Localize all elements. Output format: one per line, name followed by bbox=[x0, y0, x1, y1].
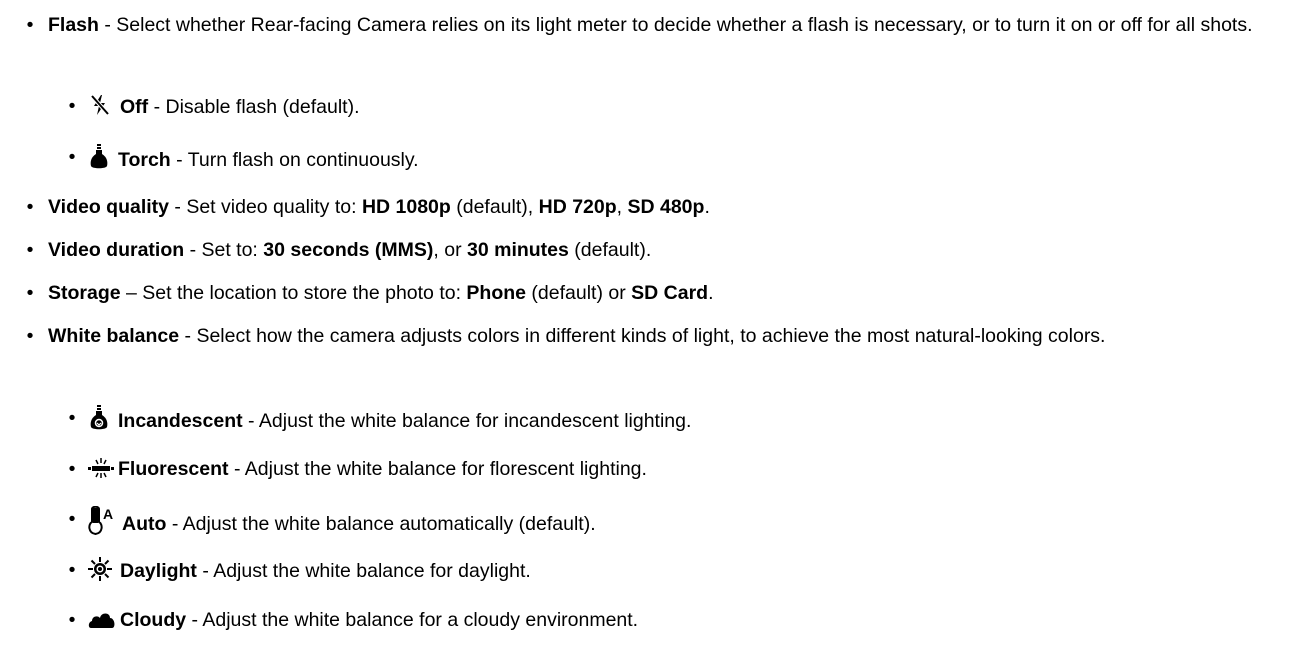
cloud-icon bbox=[88, 610, 116, 630]
description-cloudy: - Adjust the white balance for a cloudy … bbox=[186, 609, 639, 631]
value-30-seconds: 30 seconds (MMS) bbox=[263, 239, 434, 261]
incandescent-bulb-icon bbox=[88, 405, 110, 431]
bullet: • bbox=[26, 282, 34, 304]
text-segment: (default). bbox=[568, 239, 652, 261]
list-item-cloudy: • Cloudy - Adjust the white balance for … bbox=[62, 607, 1262, 633]
term-cloudy: Cloudy bbox=[120, 609, 187, 631]
list-item-storage: • Storage – Set the location to store th… bbox=[20, 280, 1310, 306]
value-phone: Phone bbox=[466, 282, 527, 304]
bullet: • bbox=[26, 196, 34, 218]
bullet: • bbox=[26, 325, 34, 347]
bullet: • bbox=[68, 407, 76, 429]
term-white-balance: White balance bbox=[48, 325, 180, 347]
description-video-quality: - Set video quality to: bbox=[169, 196, 362, 218]
value-30-minutes: 30 minutes bbox=[467, 239, 569, 261]
fluorescent-tube-icon bbox=[88, 457, 114, 479]
description-white-balance: - Select how the camera adjusts colors i… bbox=[179, 325, 1106, 347]
term-auto: Auto bbox=[122, 513, 167, 535]
term-storage: Storage bbox=[48, 282, 121, 304]
description-video-duration: - Set to: bbox=[184, 239, 264, 261]
list-item-white-balance: • White balance - Select how the camera … bbox=[20, 323, 1310, 349]
sun-icon bbox=[88, 557, 112, 581]
description-incandescent: - Adjust the white balance for incandesc… bbox=[242, 410, 692, 432]
term-off: Off bbox=[120, 96, 149, 118]
text-segment: . bbox=[708, 282, 714, 304]
list-item-fluorescent: • Fluorescent - Adjust the white balance… bbox=[62, 456, 1262, 482]
description-torch: - Turn flash on continuously. bbox=[170, 149, 419, 171]
value-sd-480p: SD 480p bbox=[627, 196, 705, 218]
text-segment: (default) or bbox=[526, 282, 632, 304]
text-segment: , bbox=[616, 196, 628, 218]
term-flash: Flash bbox=[48, 14, 99, 36]
value-hd-1080p: HD 1080p bbox=[361, 196, 451, 218]
auto-icon-letter: A bbox=[103, 506, 113, 522]
list-item-video-duration: • Video duration - Set to: 30 seconds (M… bbox=[20, 237, 1310, 263]
list-item-auto: • A Auto - Adjust the white balance auto… bbox=[62, 506, 1262, 537]
bullet: • bbox=[68, 508, 76, 530]
term-video-quality: Video quality bbox=[48, 196, 169, 218]
description-off: - Disable flash (default). bbox=[148, 96, 360, 118]
list-item-flash-off: • Off - Disable flash (default). bbox=[62, 93, 1262, 120]
list-item-daylight: • Daylight - Adjust the white balance fo… bbox=[62, 557, 1262, 584]
term-video-duration: Video duration bbox=[48, 239, 185, 261]
text-segment: , or bbox=[433, 239, 467, 261]
list-item-video-quality: • Video quality - Set video quality to: … bbox=[20, 194, 1310, 220]
auto-white-balance-icon: A bbox=[88, 506, 116, 536]
list-item-incandescent: • Incandescent - Adjust the white balanc… bbox=[62, 405, 1262, 434]
term-daylight: Daylight bbox=[120, 560, 197, 582]
list-item-flash: • Flash - Select whether Rear-facing Cam… bbox=[20, 12, 1310, 38]
text-segment: (default), bbox=[450, 196, 539, 218]
description-daylight: - Adjust the white balance for daylight. bbox=[196, 560, 531, 582]
bullet: • bbox=[68, 458, 76, 480]
list-item-torch: • Torch - Turn flash on continuously. bbox=[62, 144, 1262, 173]
bullet: • bbox=[26, 14, 34, 36]
term-incandescent: Incandescent bbox=[118, 410, 243, 432]
description-flash: - Select whether Rear-facing Camera reli… bbox=[98, 14, 1253, 36]
bullet: • bbox=[68, 609, 76, 631]
document-page: • Flash - Select whether Rear-facing Cam… bbox=[0, 0, 1314, 650]
bullet: • bbox=[68, 559, 76, 581]
bullet: • bbox=[68, 95, 76, 117]
bullet: • bbox=[68, 146, 76, 168]
description-storage: – Set the location to store the photo to… bbox=[120, 282, 467, 304]
description-auto: - Adjust the white balance automatically… bbox=[166, 513, 596, 535]
term-torch: Torch bbox=[118, 149, 171, 171]
term-fluorescent: Fluorescent bbox=[118, 458, 229, 480]
torch-icon bbox=[88, 144, 110, 170]
value-sd-card: SD Card bbox=[631, 282, 709, 304]
text-segment: . bbox=[704, 196, 710, 218]
description-fluorescent: - Adjust the white balance for florescen… bbox=[228, 458, 647, 480]
value-hd-720p: HD 720p bbox=[538, 196, 617, 218]
bullet: • bbox=[26, 239, 34, 261]
flash-off-icon bbox=[88, 93, 112, 117]
